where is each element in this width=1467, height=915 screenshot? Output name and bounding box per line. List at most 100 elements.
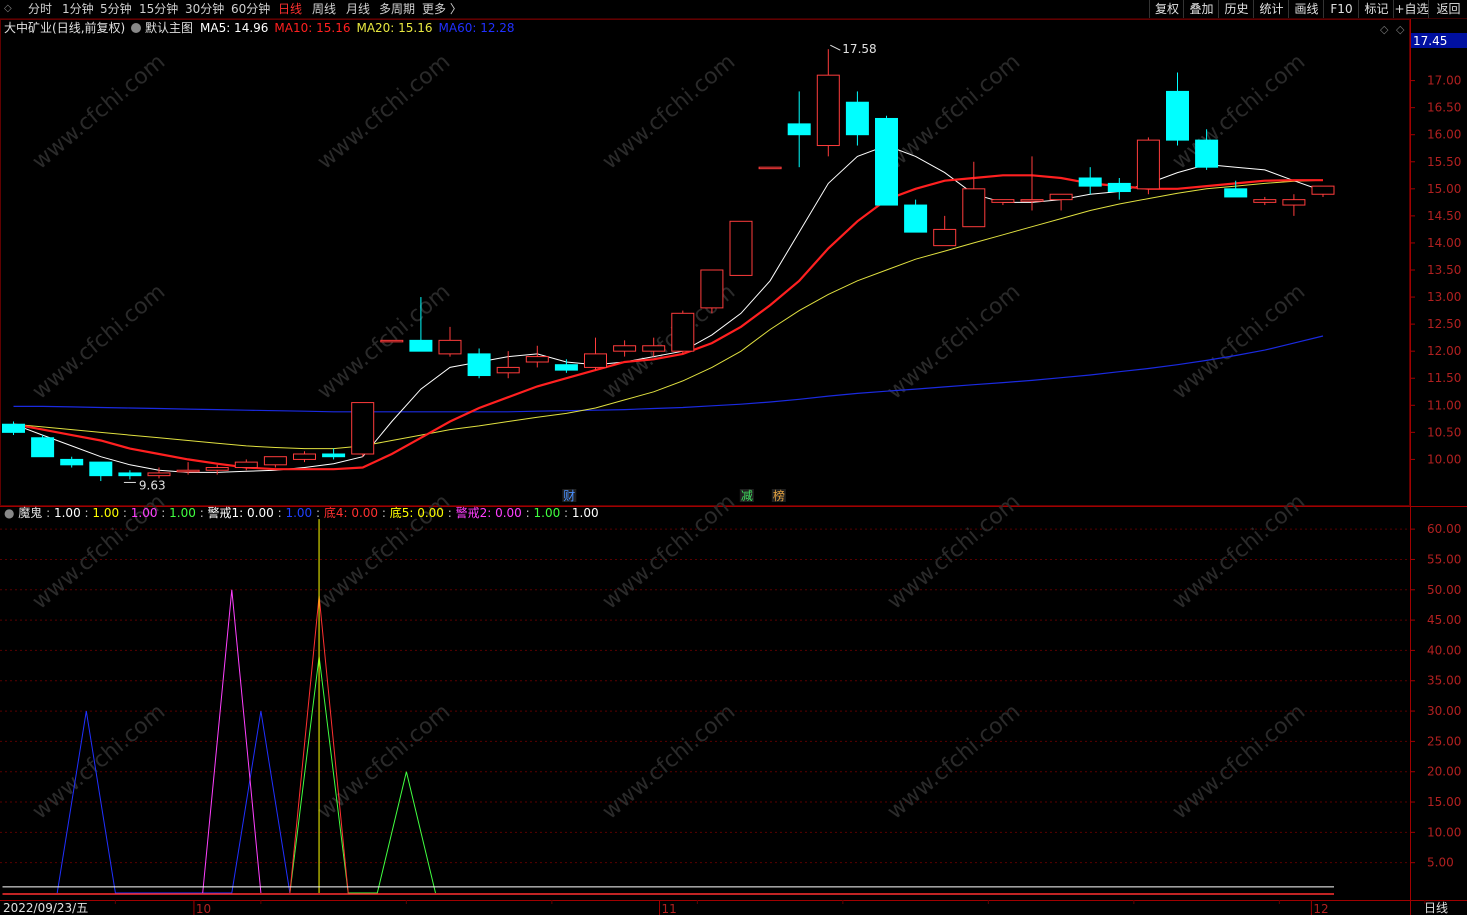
candle-body: [962, 188, 986, 228]
candle-body: [554, 364, 578, 371]
period-label[interactable]: 日线: [1424, 901, 1448, 915]
watermark-text: www.cfchi.com: [1168, 279, 1310, 404]
watermark-text: www.cfchi.com: [883, 699, 1025, 824]
candle-body: [467, 353, 491, 377]
candle-body: [409, 339, 433, 352]
legend-separator: :: [443, 506, 456, 520]
event-tag: 减: [741, 489, 753, 503]
watermark-text: www.cfchi.com: [313, 49, 455, 174]
indicator-value-7: 底5: 0.00: [389, 506, 444, 520]
legend-separator: :: [378, 506, 390, 520]
candle-body: [816, 74, 840, 147]
ma10-line: [13, 174, 1323, 471]
candle-body: [60, 458, 84, 466]
period-tab-0[interactable]: 分时: [28, 1, 52, 17]
watermark-text: www.cfchi.com: [1168, 489, 1310, 614]
price-tick-label: 12.00: [1427, 344, 1461, 358]
legend-separator: :: [273, 506, 286, 520]
price-tick-label: 13.50: [1427, 263, 1461, 277]
candle-body: [176, 469, 200, 473]
price-tick-label: 13.00: [1427, 290, 1461, 304]
period-tab-6[interactable]: 日线: [278, 1, 302, 17]
indicator-tick-label: 20.00: [1427, 765, 1461, 779]
legend-separator: :: [312, 506, 324, 520]
period-tab-8[interactable]: 月线: [346, 1, 370, 17]
candle-body: [1049, 193, 1073, 201]
toolbar-button-0[interactable]: 复权: [1149, 0, 1184, 18]
legend-separator: :: [521, 506, 534, 520]
indicator-selector-icon[interactable]: ●: [4, 506, 18, 520]
watermark-text: www.cfchi.com: [598, 489, 740, 614]
indicator-value-10: 1.00: [571, 506, 599, 520]
indicator-value-4: 警戒1: 0.00: [207, 506, 274, 520]
sidebar-toggle-icon[interactable]: ◇: [4, 1, 12, 17]
price-tick-label: 17.00: [1427, 74, 1461, 88]
toolbar-button-5[interactable]: F10: [1323, 0, 1359, 18]
price-tick-label: 10.50: [1427, 425, 1461, 439]
candle-body: [933, 228, 957, 247]
price-tick-label: 14.00: [1427, 236, 1461, 250]
indicator-value-3: 1.00: [169, 506, 196, 520]
candle-body: [991, 199, 1015, 203]
candle-body: [89, 461, 113, 477]
candle-body: [1224, 188, 1248, 198]
candle-body: [525, 356, 549, 363]
indicator-tick-label: 30.00: [1427, 704, 1461, 718]
candle-body: [1020, 199, 1044, 202]
candle-body: [263, 456, 287, 466]
candle-body: [31, 437, 55, 458]
toolbar-button-6[interactable]: 标记: [1358, 0, 1394, 18]
toolbar-button-8[interactable]: 返回: [1428, 0, 1467, 18]
candle-body: [1253, 199, 1277, 203]
last-price-tag: 17.45: [1413, 34, 1447, 48]
period-tab-4[interactable]: 30分钟: [185, 1, 224, 17]
watermark-text: www.cfchi.com: [28, 49, 170, 174]
candle-body: [1195, 139, 1219, 168]
indicator-value-6: 底4: 0.00: [323, 506, 379, 520]
indicator-value-2: 1.00: [130, 506, 158, 520]
toolbar-button-1[interactable]: 叠加: [1183, 0, 1219, 18]
toolbar-button-4[interactable]: 画线: [1288, 0, 1324, 18]
candle-body: [234, 461, 258, 469]
legend-separator: :: [195, 506, 208, 520]
candle-body: [758, 166, 782, 170]
period-toolbar: 分时 1分钟 5分钟 15分钟 30分钟 60分钟 日线 周线 月线 多周期 更多 〉 ◇ 复权 叠加 历史…: [0, 0, 1467, 19]
period-tab-10[interactable]: 更多 〉: [422, 1, 462, 17]
watermark-text: www.cfchi.com: [883, 489, 1025, 614]
price-tick-label: 11.00: [1427, 398, 1461, 412]
indicator-tick-label: 60.00: [1427, 522, 1461, 536]
stock-name-text: 大中矿业: [4, 21, 53, 35]
candle-body: [613, 345, 637, 352]
period-tab-1[interactable]: 1分钟: [62, 1, 94, 17]
indicator-tick-label: 35.00: [1427, 674, 1461, 688]
candle-body: [496, 366, 520, 374]
price-tick-label: 16.00: [1427, 128, 1461, 142]
candle-body: [875, 117, 898, 206]
toolbar-button-7[interactable]: +自选: [1393, 0, 1429, 18]
candle-body: [845, 101, 869, 136]
period-tab-5[interactable]: 60分钟: [231, 1, 270, 17]
period-tab-7[interactable]: 周线: [312, 1, 336, 17]
candle-body: [1282, 199, 1306, 206]
template-selector[interactable]: 默认主图: [131, 21, 193, 35]
period-tab-3[interactable]: 15分钟: [139, 1, 178, 17]
candle-body: [671, 312, 695, 352]
ma-legend-ma20: MA20: 15.16: [356, 21, 433, 35]
ma-legend-ma10: MA10: 15.16: [274, 21, 351, 35]
period-tab-9[interactable]: 多周期: [379, 1, 415, 17]
watermark-text: www.cfchi.com: [28, 699, 170, 824]
indicator-value-9: 1.00: [533, 506, 561, 520]
candle-body: [322, 453, 346, 458]
price-tick-label: 12.50: [1427, 317, 1461, 331]
candle-body: [1166, 90, 1189, 141]
legend-separator: :: [560, 506, 572, 520]
chevron-down-icon: [131, 23, 141, 33]
candle-body: [438, 339, 462, 355]
watermark-text: www.cfchi.com: [1168, 49, 1310, 174]
event-tag: 榜: [773, 488, 785, 503]
toolbar-button-2[interactable]: 历史: [1218, 0, 1254, 18]
period-tab-2[interactable]: 5分钟: [100, 1, 132, 17]
candle-body: [205, 467, 229, 471]
date-label: 2022/09/23/五: [3, 901, 89, 915]
toolbar-button-3[interactable]: 统计: [1253, 0, 1289, 18]
